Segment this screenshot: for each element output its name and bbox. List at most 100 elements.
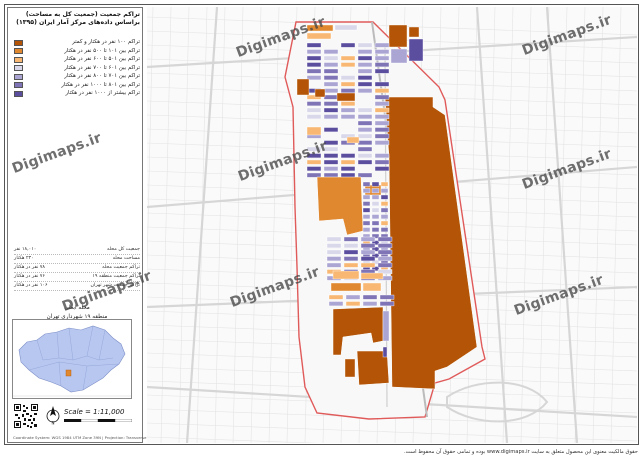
census-block	[371, 188, 380, 194]
census-block	[346, 136, 360, 144]
census-block	[380, 227, 389, 233]
census-block	[323, 49, 339, 55]
census-block	[340, 101, 356, 107]
census-block	[374, 68, 390, 74]
census-block	[377, 243, 393, 249]
census-block	[377, 262, 393, 268]
census-block	[357, 49, 373, 55]
census-block	[306, 126, 322, 136]
projection-note: Coordinate System: WGS 1984 UTM Zone 39N…	[13, 435, 165, 440]
stat-row: تراکم جمعیت محله ۷۸ نفر در هکتار	[14, 264, 140, 273]
census-block	[374, 153, 390, 159]
census-block	[328, 294, 344, 300]
census-block	[340, 88, 356, 94]
census-block	[323, 55, 339, 61]
census-block	[343, 256, 359, 262]
census-block	[390, 48, 408, 64]
census-block	[340, 172, 356, 178]
census-block	[362, 181, 371, 187]
census-block	[357, 55, 373, 61]
stat-row: مساحت محله ۲۳۰ هکتار	[14, 255, 140, 264]
census-block	[323, 172, 339, 178]
census-block	[323, 94, 339, 100]
census-block	[326, 256, 342, 262]
legend-swatch	[14, 65, 23, 71]
census-block	[343, 236, 359, 242]
census-block	[306, 159, 322, 165]
legend-swatch	[14, 56, 23, 63]
census-block	[306, 166, 322, 172]
census-block	[362, 282, 382, 292]
census-block	[340, 114, 356, 120]
census-block	[380, 188, 389, 194]
census-block	[323, 107, 339, 113]
census-block	[340, 81, 356, 87]
census-block	[326, 243, 342, 249]
census-block	[323, 81, 339, 87]
census-block	[330, 282, 362, 292]
census-block	[340, 166, 356, 172]
census-block	[371, 227, 380, 233]
census-block	[357, 146, 373, 152]
census-block	[357, 62, 373, 68]
census-block	[306, 172, 322, 178]
legend-item: تراکم بین ۵۰۱ تا ۶۰۰ نفر در هکتار	[14, 55, 140, 64]
census-block	[340, 75, 356, 81]
census-block	[380, 207, 389, 213]
census-block	[374, 127, 390, 133]
census-block	[408, 26, 420, 38]
census-block	[306, 49, 322, 55]
legend-item: تراکم ۱۰۰ نفر در هکتار و کمتر	[14, 38, 140, 47]
census-block	[380, 181, 389, 187]
census-block	[382, 310, 390, 342]
census-block	[374, 81, 390, 87]
census-block	[374, 42, 390, 48]
legend-swatch	[14, 48, 23, 54]
census-block	[362, 214, 371, 220]
census-block	[340, 159, 356, 165]
census-block	[371, 207, 380, 213]
census-block	[379, 294, 395, 300]
census-block	[323, 114, 339, 120]
inset-map	[12, 319, 132, 399]
legend-item: تراکم بین ۸۰۱ تا ۱۰۰۰ نفر در هکتار	[14, 81, 140, 90]
census-block	[340, 153, 356, 159]
copyright-notice: حقوق مالکیت معنوی این محصول متعلق به سای…	[404, 449, 638, 455]
census-block	[340, 42, 356, 48]
legend-item: تراکم بین ۷۰۱ تا ۸۰۰ نفر در هکتار	[14, 72, 140, 81]
census-block	[377, 249, 393, 255]
census-block	[360, 272, 384, 280]
census-block	[357, 153, 373, 159]
census-block	[362, 201, 371, 207]
inset-location-marker	[65, 369, 72, 377]
census-block	[371, 214, 380, 220]
census-block	[323, 62, 339, 68]
census-block	[374, 101, 390, 107]
census-block	[306, 42, 322, 48]
census-block	[296, 78, 310, 96]
census-block	[377, 236, 393, 242]
census-block	[340, 55, 356, 61]
census-block	[306, 114, 322, 120]
census-block	[374, 88, 390, 94]
census-block	[362, 301, 378, 307]
census-block	[408, 38, 424, 62]
scale-label: Scale = 1:11,000	[64, 408, 125, 416]
census-block	[380, 201, 389, 207]
legend-swatch	[14, 90, 23, 97]
census-block	[328, 301, 344, 307]
map-title: تراکم جمعیت (جمعیت کل به مساحت) براساس د…	[16, 11, 140, 26]
stat-row: جمعیت کل محله ۱۸,۰۱۰ نفر	[14, 246, 140, 255]
census-block	[374, 166, 390, 172]
svg-text:N: N	[52, 421, 55, 426]
census-block	[332, 270, 360, 280]
census-block	[357, 140, 373, 146]
census-block	[374, 114, 390, 120]
census-block	[357, 68, 373, 74]
census-block	[357, 88, 373, 94]
census-block	[374, 140, 390, 146]
legend: تراکم ۱۰۰ نفر در هکتار و کمتر تراکم بین …	[14, 38, 140, 98]
census-block	[323, 75, 339, 81]
census-block	[306, 101, 322, 107]
legend-swatch	[14, 82, 23, 88]
